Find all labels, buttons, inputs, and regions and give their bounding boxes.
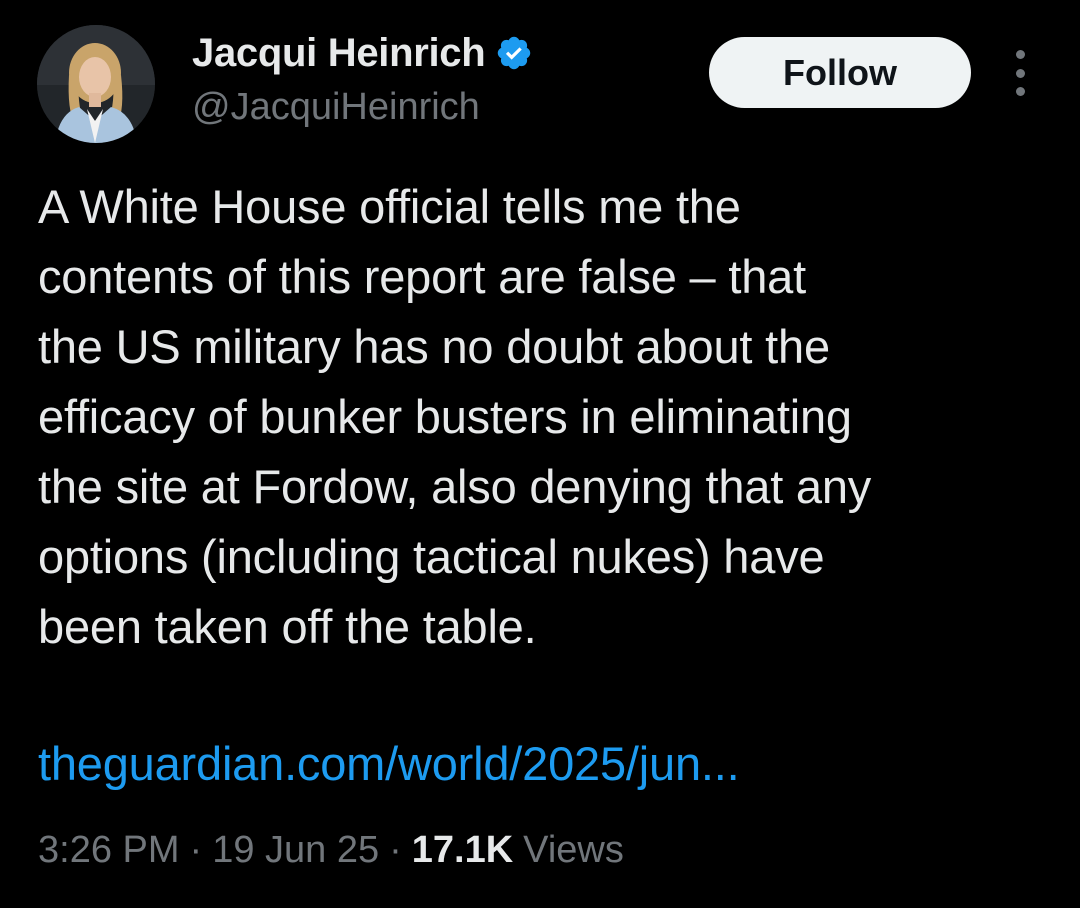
meta-separator: · (389, 828, 402, 871)
views-label: Views (523, 828, 624, 871)
more-dot (1015, 68, 1025, 78)
profile-photo-icon (37, 25, 155, 143)
tweet-text: A White House official tells me the cont… (38, 180, 872, 653)
tweet-meta: 3:26 PM · 19 Jun 25 · 17.1K Views (38, 823, 624, 877)
verified-badge-icon (498, 36, 531, 70)
follow-button[interactable]: Follow (709, 37, 971, 108)
views-count[interactable]: 17.1K (412, 829, 513, 872)
author-name-row[interactable]: Jacqui Heinrich (192, 30, 533, 76)
more-dot (1015, 87, 1025, 96)
meta-separator: · (189, 828, 203, 871)
tweet-time[interactable]: 3:26 PM (38, 829, 180, 872)
more-vertical-icon[interactable] (1008, 50, 1032, 96)
display-name[interactable]: Jacqui Heinrich (192, 31, 486, 76)
author-handle[interactable]: @JacquiHeinrich (192, 86, 480, 129)
avatar[interactable] (37, 25, 155, 143)
more-dot (1015, 50, 1025, 59)
tweet-date[interactable]: 19 Jun 25 (212, 829, 379, 872)
tweet-link[interactable]: theguardian.com/world/2025/jun... (38, 729, 740, 799)
